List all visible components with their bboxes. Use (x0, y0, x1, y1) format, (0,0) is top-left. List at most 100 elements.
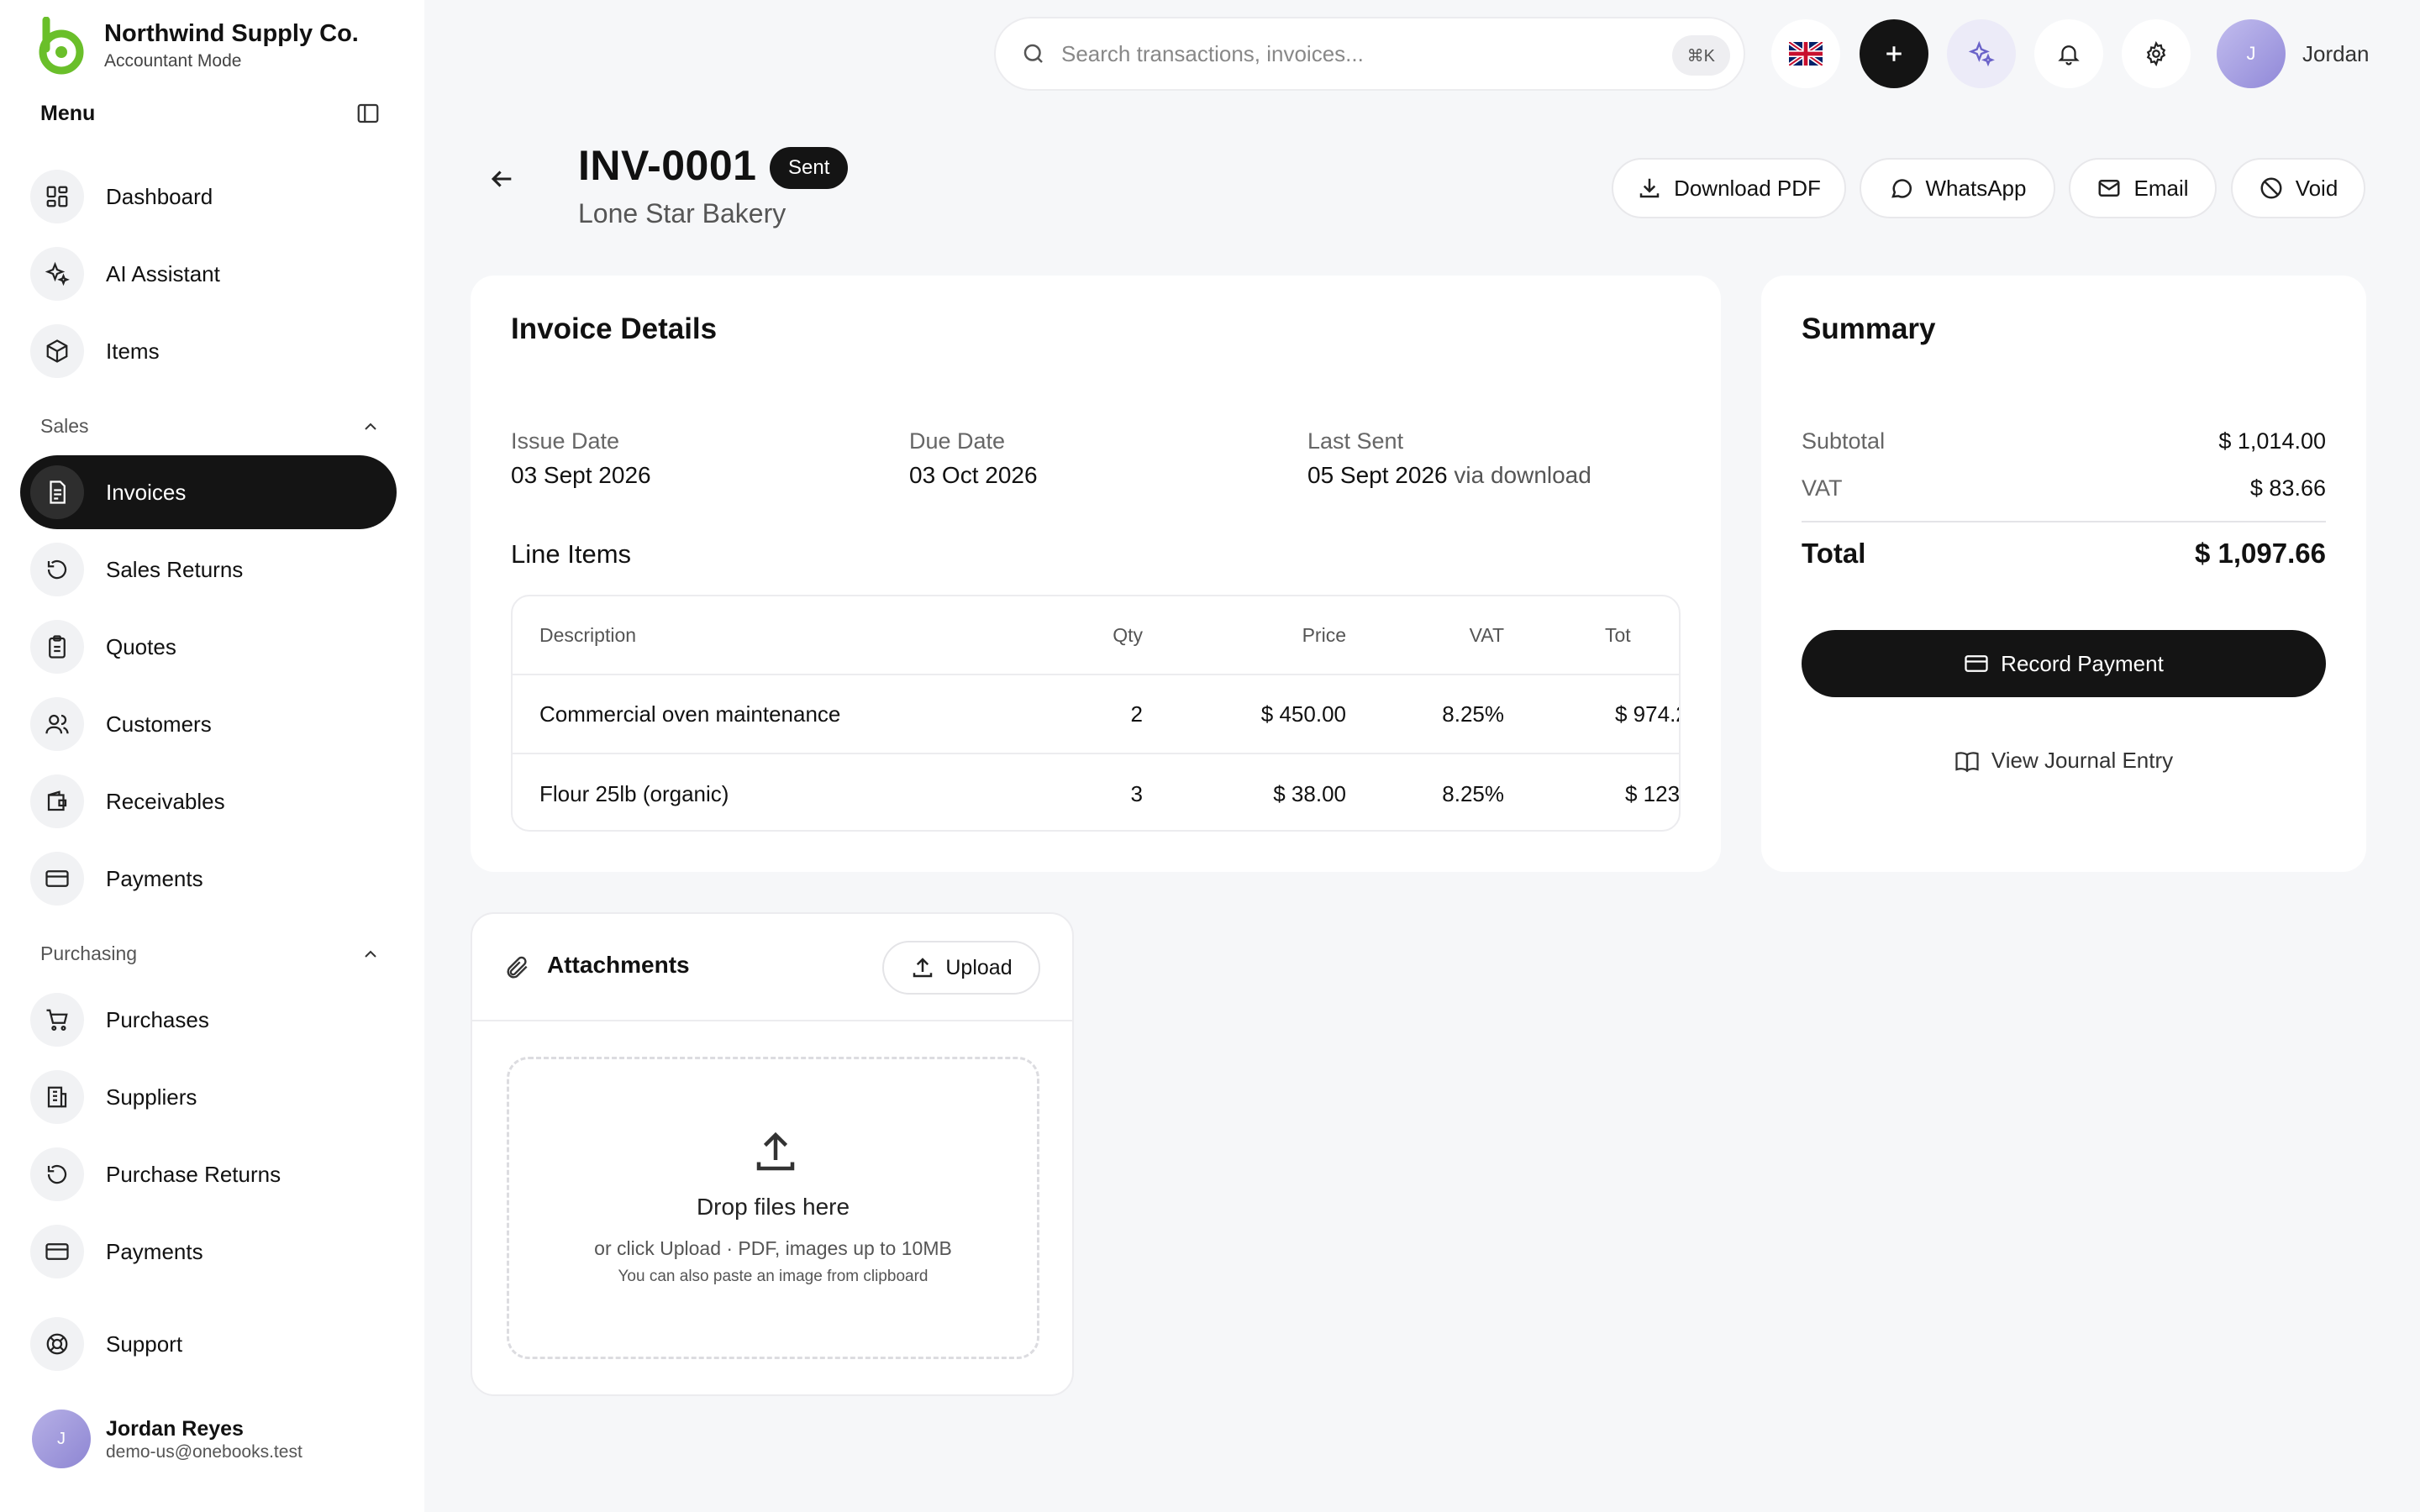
gear-icon (2146, 41, 2166, 66)
whatsapp-label: WhatsApp (1925, 175, 2027, 201)
settings-button[interactable] (2122, 19, 2191, 88)
nav-suppliers[interactable]: Suppliers (20, 1060, 397, 1134)
due-date-label: Due Date (909, 428, 1006, 454)
due-date-value: 03 Oct 2026 (909, 462, 1038, 488)
invoice-details-title: Invoice Details (511, 312, 718, 345)
nav-support[interactable]: Support (20, 1307, 397, 1381)
last-sent-label: Last Sent (1307, 428, 1404, 454)
create-new-button[interactable] (1860, 19, 1928, 88)
sidebar: Northwind Supply Co. Accountant Mode Men… (0, 0, 424, 1512)
view-journal-entry-link[interactable]: View Journal Entry (1802, 748, 2326, 774)
download-pdf-label: Download PDF (1674, 175, 1821, 201)
account-menu[interactable]: J Jordan (2217, 19, 2370, 88)
table-row[interactable]: Commercial oven maintenance 2 $ 450.00 8… (513, 675, 1679, 754)
row-price: $ 450.00 (1260, 701, 1346, 727)
card-icon (30, 852, 84, 906)
building-icon (30, 1070, 84, 1124)
chat-bubble-icon (1891, 179, 1912, 198)
nav-label: Support (106, 1331, 183, 1357)
nav-label: Invoices (106, 479, 187, 505)
nav-quotes[interactable]: Quotes (20, 610, 397, 684)
plus-icon (1886, 46, 1902, 61)
user-profile[interactable]: J Jordan Reyes demo-us@onebooks.test (32, 1410, 302, 1468)
issue-date-value: 03 Sept 2026 (511, 462, 651, 488)
company-name: Northwind Supply Co. (104, 20, 359, 47)
void-label: Void (2295, 175, 2338, 201)
total-label: Total (1802, 538, 1866, 569)
record-payment-button[interactable]: Record Payment (1802, 630, 2326, 697)
col-qty: Qty (1113, 623, 1143, 646)
search-bar[interactable]: ⌘K (994, 17, 1745, 91)
nav-label: Suppliers (106, 1084, 197, 1110)
upload-button[interactable]: Upload (882, 941, 1040, 995)
nav-label: Purchase Returns (106, 1161, 281, 1187)
search-input[interactable] (1061, 40, 1649, 67)
download-pdf-button[interactable]: Download PDF (1612, 158, 1846, 218)
nav-items[interactable]: Items (20, 314, 397, 388)
nav-purchase-payments[interactable]: Payments (20, 1215, 397, 1289)
email-label: Email (2133, 175, 2189, 201)
row-qty: 3 (1130, 780, 1143, 806)
sparkle-icon (30, 247, 84, 301)
section-purchasing[interactable]: Purchasing (40, 942, 381, 965)
email-button[interactable]: Email (2069, 158, 2217, 218)
last-sent-via: via download (1454, 462, 1591, 488)
avatar: J (32, 1410, 91, 1468)
cart-icon (30, 993, 84, 1047)
nav-sales-returns[interactable]: Sales Returns (20, 533, 397, 606)
sidebar-toggle-icon[interactable] (355, 101, 381, 126)
menu-title: Menu (40, 101, 96, 125)
last-sent-value: 05 Sept 2026 via download (1307, 462, 1591, 489)
line-items-title: Line Items (511, 539, 632, 569)
upload-label: Upload (945, 955, 1013, 979)
nav-label: Customers (106, 711, 212, 737)
whatsapp-button[interactable]: WhatsApp (1860, 158, 2055, 218)
table-row[interactable]: Flour 25lb (organic) 3 $ 38.00 8.25% $ 1… (513, 754, 1681, 830)
nav-ai-assistant[interactable]: AI Assistant (20, 237, 397, 311)
users-icon (30, 697, 84, 751)
brand[interactable]: Northwind Supply Co. Accountant Mode (32, 17, 359, 76)
nav-label: Items (106, 338, 160, 364)
nav-dashboard[interactable]: Dashboard (20, 160, 397, 234)
language-button[interactable] (1771, 19, 1840, 88)
file-dropzone[interactable]: Drop files here or click Upload · PDF, i… (507, 1057, 1039, 1359)
dropzone-subtitle: or click Upload · PDF, images up to 10MB (594, 1237, 952, 1259)
menu-header: Menu (40, 101, 381, 126)
nav-purchase-returns[interactable]: Purchase Returns (20, 1137, 397, 1211)
customer-name[interactable]: Lone Star Bakery (578, 198, 786, 229)
avatar: J (2217, 19, 2286, 88)
nav-label: AI Assistant (106, 260, 220, 286)
nav-payments[interactable]: Payments (20, 842, 397, 916)
card-icon (1965, 655, 1988, 672)
notifications-button[interactable] (2034, 19, 2103, 88)
section-title: Purchasing (40, 942, 138, 964)
chevron-up-icon (365, 950, 376, 958)
package-icon (30, 324, 84, 378)
record-payment-label: Record Payment (2001, 650, 2164, 676)
ai-assistant-button[interactable] (1947, 19, 2016, 88)
nav-receivables[interactable]: Receivables (20, 764, 397, 838)
nav-label: Receivables (106, 788, 225, 814)
wallet-icon (30, 774, 84, 828)
nav-purchases[interactable]: Purchases (20, 983, 397, 1057)
line-items-table: Description Qty Price VAT Tot Commercial… (511, 595, 1681, 832)
row-total: $ 123. (1625, 780, 1681, 806)
brand-logo-icon (39, 17, 84, 75)
total-value: $ 1,097.66 (2195, 538, 2326, 569)
nav-label: Quotes (106, 633, 176, 659)
mail-icon (2098, 180, 2120, 197)
vat-value: $ 83.66 (2249, 475, 2326, 501)
back-arrow-icon[interactable] (487, 165, 516, 193)
summary-title: Summary (1802, 312, 1936, 345)
section-sales[interactable]: Sales (40, 415, 381, 438)
sparkle-icon (1968, 40, 1995, 67)
void-button[interactable]: Void (2231, 158, 2365, 218)
last-sent-date: 05 Sept 2026 (1307, 462, 1448, 488)
nav-customers[interactable]: Customers (20, 687, 397, 761)
subtotal-row: Subtotal $ 1,014.00 (1802, 428, 2326, 454)
row-vat: 8.25% (1442, 701, 1504, 727)
row-total: $ 974.2 (1615, 701, 1679, 727)
dropzone-hint: You can also paste an image from clipboa… (618, 1268, 929, 1285)
account-name: Jordan (2302, 40, 2370, 66)
nav-invoices[interactable]: Invoices (20, 455, 397, 529)
